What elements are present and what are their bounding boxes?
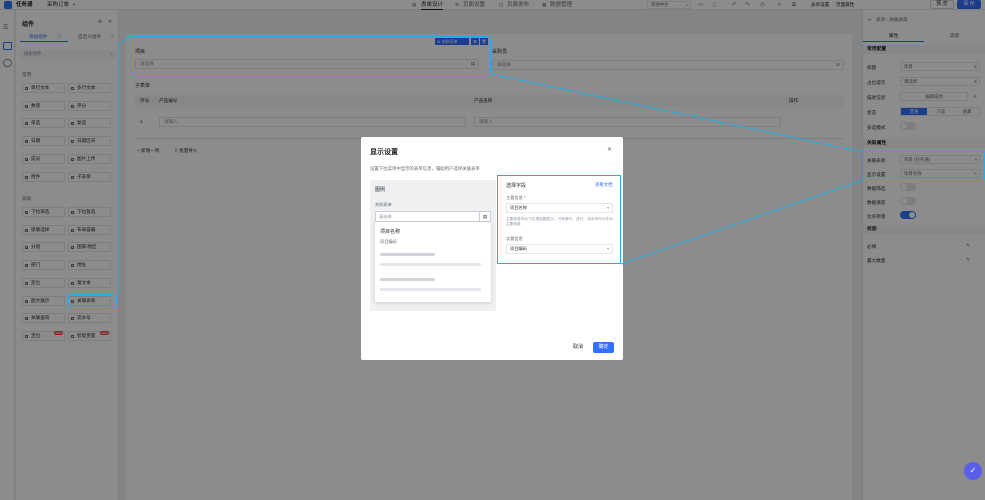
assistant-bubble-icon[interactable]: ✓ — [964, 462, 982, 480]
callout-line — [118, 35, 132, 45]
callout-lines — [118, 35, 864, 294]
callout-line — [490, 73, 864, 153]
callout-line — [620, 179, 864, 265]
